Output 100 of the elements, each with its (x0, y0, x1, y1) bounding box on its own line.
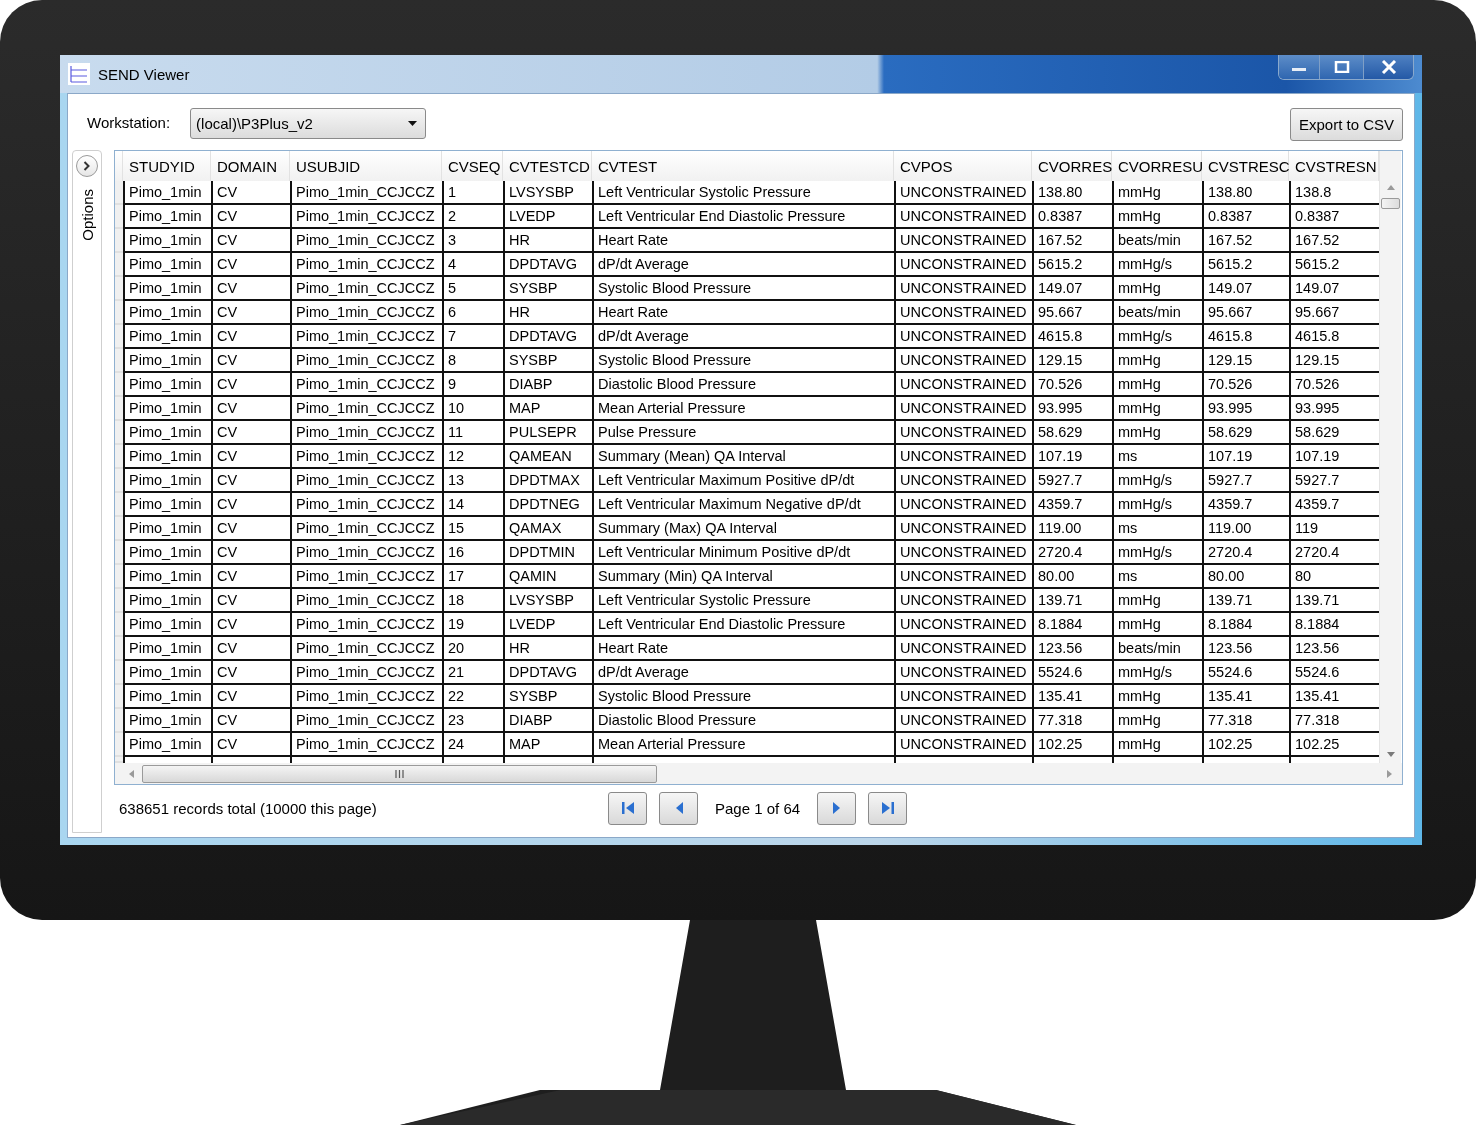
table-cell: 119.00 (1032, 517, 1112, 541)
row-header[interactable] (115, 421, 123, 445)
table-cell: LVEDP (503, 205, 592, 229)
table-cell: Pimo_1min_CCJCCZ (290, 517, 442, 541)
table-cell: Pimo_1min_CCJCCZ (290, 445, 442, 469)
column-header[interactable]: CVORRES (1032, 151, 1112, 181)
table-cell: beats/min (1112, 637, 1202, 661)
last-page-button[interactable] (868, 791, 908, 825)
column-header[interactable]: DOMAIN (211, 151, 290, 181)
table-cell: 4615.8 (1032, 325, 1112, 349)
row-header[interactable] (115, 325, 123, 349)
vertical-scrollbar[interactable] (1379, 151, 1401, 763)
row-header[interactable] (115, 469, 123, 493)
table-cell: CV (211, 181, 290, 205)
row-header[interactable] (115, 253, 123, 277)
table-cell: dP/dt Average (592, 325, 894, 349)
row-header[interactable] (115, 397, 123, 421)
close-button[interactable] (1363, 55, 1413, 79)
row-header[interactable] (115, 637, 123, 661)
minimize-button[interactable] (1279, 55, 1319, 79)
table-cell: 0.8387 (1032, 205, 1112, 229)
next-page-button[interactable] (817, 791, 857, 825)
column-header[interactable]: CVPOS (894, 151, 1032, 181)
table-cell: Systolic Blood Pressure (592, 277, 894, 301)
table-cell: Pimo_1min_CCJCCZ (290, 397, 442, 421)
table-cell: UNCONSTRAINED (894, 613, 1032, 637)
table-cell: Pimo_1min (123, 685, 211, 709)
table-cell: Systolic Blood Pressure (592, 685, 894, 709)
table-cell: dP/dt Average (592, 253, 894, 277)
table-cell: CV (211, 301, 290, 325)
table-cell: CV (211, 541, 290, 565)
first-page-button[interactable] (608, 791, 647, 825)
table-cell: dP/dt Average (592, 661, 894, 685)
table-cell: Pimo_1min_CCJCCZ (290, 565, 442, 589)
row-header[interactable] (115, 229, 123, 253)
row-header[interactable] (115, 349, 123, 373)
table-cell: Pimo_1min (123, 349, 211, 373)
table-cell: Pimo_1min (123, 205, 211, 229)
row-header[interactable] (115, 661, 123, 685)
scroll-thumb[interactable] (142, 764, 657, 783)
column-header[interactable]: CVSEQ (442, 151, 503, 181)
row-header[interactable] (115, 445, 123, 469)
row-header[interactable] (115, 517, 123, 541)
table-cell: mmHg/s (1112, 541, 1202, 565)
table-cell: 2720.4 (1202, 541, 1289, 565)
row-header[interactable] (115, 301, 123, 325)
table-cell: 102.25 (1202, 733, 1289, 757)
column-header[interactable]: CVTEST (592, 151, 894, 181)
skip-to-start-icon (619, 800, 636, 816)
table-cell: 19 (442, 613, 503, 637)
table-cell: UNCONSTRAINED (894, 325, 1032, 349)
table-cell: Pulse Pressure (592, 421, 894, 445)
table-cell: Summary (Mean) QA Interval (592, 445, 894, 469)
row-header[interactable] (115, 589, 123, 613)
row-header[interactable] (115, 277, 123, 301)
column-header[interactable]: CVORRESU (1112, 151, 1202, 181)
row-header[interactable] (115, 205, 123, 229)
maximize-button[interactable] (1319, 55, 1363, 79)
column-header[interactable]: STUDYID (123, 151, 211, 181)
workstation-dropdown[interactable]: (local)\P3Plus_v2 (190, 107, 427, 139)
row-header[interactable] (115, 709, 123, 733)
table-cell: LVEDP (503, 613, 592, 637)
table-cell: Pimo_1min_CCJCCZ (290, 181, 442, 205)
column-header[interactable]: CVSTRESC (1202, 151, 1289, 181)
table-cell: mmHg (1112, 421, 1202, 445)
previous-page-button[interactable] (659, 791, 698, 825)
export-to-csv-button[interactable]: Export to CSV (1289, 107, 1403, 141)
table-cell: mmHg/s (1112, 253, 1202, 277)
table-cell: Heart Rate (592, 637, 894, 661)
table-cell: mmHg (1112, 613, 1202, 637)
row-header[interactable] (115, 181, 123, 205)
horizontal-scrollbar[interactable] (115, 763, 1402, 784)
table-cell: 77.318 (1202, 709, 1289, 733)
row-header[interactable] (115, 685, 123, 709)
table-cell: Pimo_1min (123, 373, 211, 397)
row-header[interactable] (115, 493, 123, 517)
expand-options-button[interactable] (76, 155, 98, 177)
scroll-thumb[interactable] (1381, 198, 1400, 209)
table-cell: 8.1884 (1032, 613, 1112, 637)
table-cell: mmHg (1112, 373, 1202, 397)
row-header[interactable] (115, 541, 123, 565)
table-cell: Pimo_1min_CCJCCZ (290, 229, 442, 253)
table-cell: CV (211, 421, 290, 445)
row-header[interactable] (115, 565, 123, 589)
workstation-label: Workstation: (87, 113, 171, 131)
table-cell: 20 (442, 637, 503, 661)
scroll-left-icon (129, 769, 134, 778)
table-cell: Pimo_1min_CCJCCZ (290, 493, 442, 517)
row-header[interactable] (115, 757, 123, 763)
row-header[interactable] (115, 373, 123, 397)
table-cell: 149.07 (1202, 277, 1289, 301)
dropdown-arrow-icon (408, 120, 418, 126)
table-cell: 5615.2 (1202, 253, 1289, 277)
table-cell: Pimo_1min_CCJCCZ (290, 661, 442, 685)
column-header[interactable]: USUBJID (290, 151, 442, 181)
column-header[interactable]: CVTESTCD (503, 151, 592, 181)
table-cell: UNCONSTRAINED (894, 373, 1032, 397)
chevron-right-icon (83, 161, 91, 171)
row-header[interactable] (115, 733, 123, 757)
row-header[interactable] (115, 613, 123, 637)
